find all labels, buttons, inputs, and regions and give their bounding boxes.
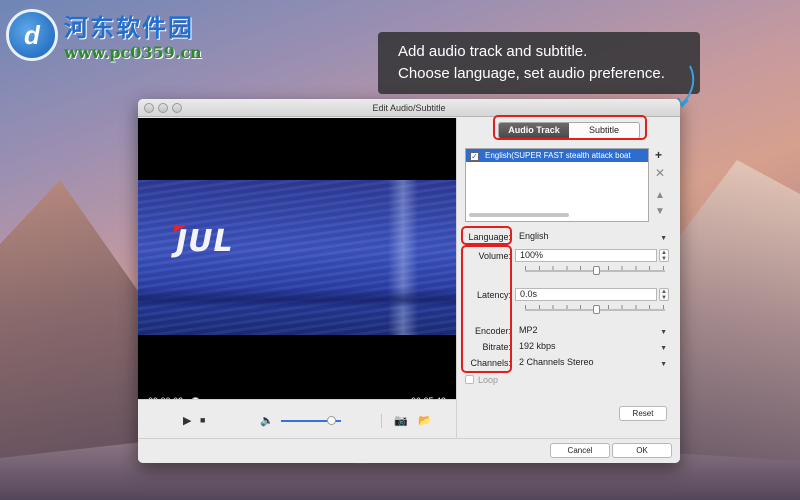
remove-track-icon[interactable]: ✕ [655, 166, 665, 180]
move-up-icon[interactable]: ▲ [655, 190, 665, 201]
edit-audio-subtitle-window: Edit Audio/Subtitle JUL 00:00:02 00:05:4… [138, 99, 680, 463]
volume-setting-knob[interactable] [593, 266, 600, 275]
loop-checkbox[interactable]: Loop [465, 375, 498, 385]
close-window-button[interactable] [144, 103, 154, 113]
tooltip-callout: Add audio track and subtitle. Choose lan… [378, 32, 700, 94]
track-checkbox[interactable]: ✓ [470, 152, 479, 161]
video-preview: JUL 00:00:02 00:05:42 [138, 118, 456, 406]
latency-knob[interactable] [593, 305, 600, 314]
window-title: Edit Audio/Subtitle [372, 103, 446, 113]
stop-icon[interactable]: ■ [200, 415, 205, 425]
track-label: English(SUPER FAST stealth attack boat [485, 151, 631, 160]
zoom-window-button[interactable] [172, 103, 182, 113]
video-frame: JUL [138, 180, 456, 335]
chevron-down-icon: ▼ [660, 345, 667, 352]
list-item[interactable]: ✓ English(SUPER FAST stealth attack boat [466, 149, 648, 162]
latency-field[interactable]: 0.0s [515, 288, 657, 301]
encoder-select[interactable]: MP2 ▼ [515, 324, 671, 337]
highlight-settings [461, 245, 512, 373]
volume-knob[interactable] [327, 416, 336, 425]
highlight-language [461, 226, 512, 245]
volume-stepper[interactable]: ▲ ▼ [659, 249, 669, 262]
move-down-icon[interactable]: ▼ [655, 206, 665, 217]
watermark-url: www.pc0359.cn [64, 43, 202, 62]
volume-field[interactable]: 100% [515, 249, 657, 262]
watermark: d 河东软件园 www.pc0359.cn [6, 8, 202, 62]
play-icon[interactable]: ▶ [183, 414, 191, 427]
chevron-down-icon: ▼ [660, 235, 667, 242]
speaker-icon[interactable]: 🔈 [260, 414, 274, 427]
open-folder-icon[interactable]: 📂 [418, 414, 432, 427]
highlight-tabs [493, 115, 647, 140]
video-logo-text: JUL [176, 224, 234, 259]
bitrate-select[interactable]: 192 kbps ▼ [515, 340, 671, 353]
loop-label: Loop [478, 375, 499, 385]
ok-button[interactable]: OK [612, 443, 672, 458]
add-track-icon[interactable]: + [655, 148, 662, 162]
background-mountain-right [660, 160, 800, 500]
chevron-down-icon: ▼ [660, 361, 667, 368]
watermark-title: 河东软件园 [64, 13, 194, 42]
minimize-window-button[interactable] [158, 103, 168, 113]
tooltip-line-1: Add audio track and subtitle. [398, 43, 588, 60]
language-select[interactable]: English ▼ [515, 230, 671, 243]
player-controls: ▶ ■ 🔈 📷 📂 [138, 399, 456, 439]
chevron-down-icon: ▼ [660, 329, 667, 336]
audio-track-list[interactable]: ✓ English(SUPER FAST stealth attack boat [465, 148, 649, 222]
dialog-footer: Cancel OK [138, 438, 680, 463]
latency-stepper[interactable]: ▲ ▼ [659, 288, 669, 301]
cancel-button[interactable]: Cancel [550, 443, 610, 458]
tooltip-line-2: Choose language, set audio preference. [398, 65, 665, 82]
track-list-scrollbar[interactable] [469, 213, 569, 217]
reset-button[interactable]: Reset [619, 406, 667, 421]
watermark-logo-icon: d [6, 9, 58, 61]
channels-select[interactable]: 2 Channels Stereo ▼ [515, 356, 671, 369]
snapshot-camera-icon[interactable]: 📷 [394, 414, 408, 427]
settings-panel: Audio Track Subtitle ✓ English(SUPER FAST… [456, 115, 680, 438]
